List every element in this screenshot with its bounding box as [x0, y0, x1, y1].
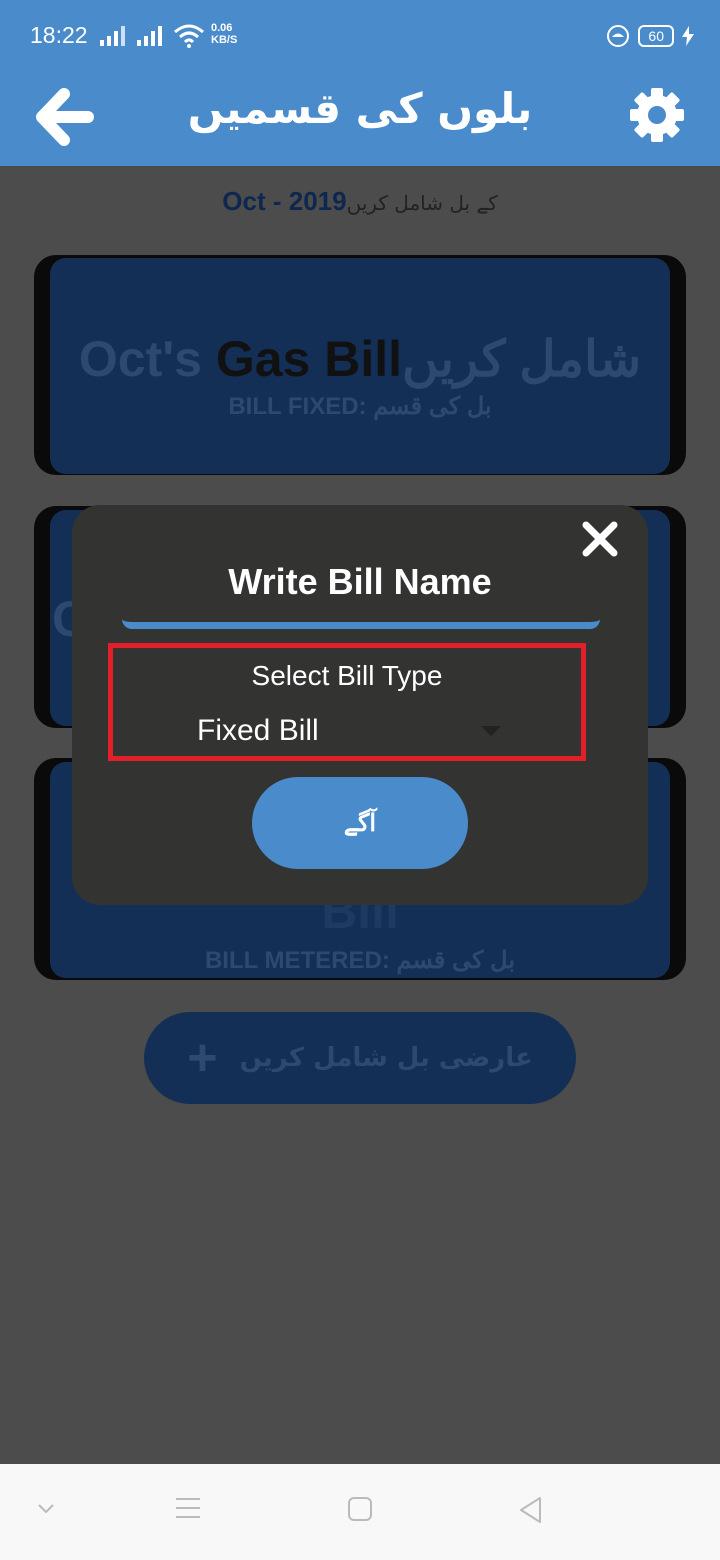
- app-bar: بلوں کی قسمیں: [0, 70, 720, 166]
- selected-bill-type[interactable]: Fixed Bill: [197, 714, 319, 748]
- bill-name-input[interactable]: [122, 615, 600, 629]
- add-temporary-bill-button[interactable]: + عارضی بل شامل کریں: [144, 1012, 576, 1104]
- bill-card-gas[interactable]: Oct's Gas Billشامل کریں BILL FIXED: بل ک…: [50, 258, 670, 474]
- month-subtitle: Oct - 2019کے بل شامل کریں: [0, 186, 720, 217]
- app-notification-icon: [607, 25, 630, 47]
- wifi-icon: [174, 24, 204, 48]
- signal-icon: [100, 26, 125, 46]
- dialog-title: Write Bill Name: [228, 561, 492, 602]
- system-nav-bar: [0, 1464, 720, 1560]
- add-temporary-bill-label: عارضی بل شامل کریں: [239, 1043, 533, 1073]
- net-speed-unit: KB/S: [211, 34, 238, 46]
- chevron-down-icon[interactable]: [36, 1502, 56, 1516]
- menu-icon[interactable]: [174, 1496, 202, 1520]
- bill-card-type: BILL METERED: بل کی قسم: [204, 947, 516, 974]
- page-title: بلوں کی قسمیں: [187, 84, 533, 133]
- net-speed: 0.06 KB/S: [211, 22, 237, 46]
- settings-button[interactable]: [628, 86, 686, 148]
- bill-name-prefix: Oct's: [78, 331, 216, 387]
- close-button[interactable]: [580, 519, 620, 559]
- bill-name-dialog: Write Bill Name Select Bill Type Fixed B…: [72, 505, 648, 905]
- status-time: 18:22: [30, 22, 88, 48]
- bill-card-type: BILL FIXED: بل کی قسم: [228, 393, 492, 420]
- subtitle-prefix: کے بل شامل کریں: [346, 191, 498, 215]
- back-triangle-icon[interactable]: [518, 1496, 544, 1524]
- select-bill-type-label: Select Bill Type: [251, 660, 443, 691]
- home-square-icon[interactable]: [347, 1496, 373, 1522]
- bill-name-suffix: شامل کریں: [402, 331, 642, 387]
- battery-indicator: 60: [638, 25, 674, 47]
- signal-icon: [137, 26, 162, 46]
- bill-name-main: Gas Bill: [215, 331, 403, 387]
- status-bar: 18:22 0.06 KB/S 60: [0, 0, 720, 70]
- close-icon: [582, 521, 618, 557]
- status-right: 60: [606, 24, 694, 48]
- dropdown-arrow-icon[interactable]: [481, 726, 501, 736]
- plus-icon: +: [187, 1029, 218, 1087]
- gear-icon: [630, 88, 684, 142]
- next-button[interactable]: آگے: [252, 777, 468, 869]
- bill-card-name: Oct's Gas Billشامل کریں: [50, 330, 670, 388]
- bill-type-select[interactable]: Select Bill Type Fixed Bill: [108, 643, 586, 761]
- subtitle-date: Oct - 2019: [222, 186, 347, 216]
- charging-icon: [682, 26, 694, 46]
- net-speed-value: 0.06: [211, 22, 233, 34]
